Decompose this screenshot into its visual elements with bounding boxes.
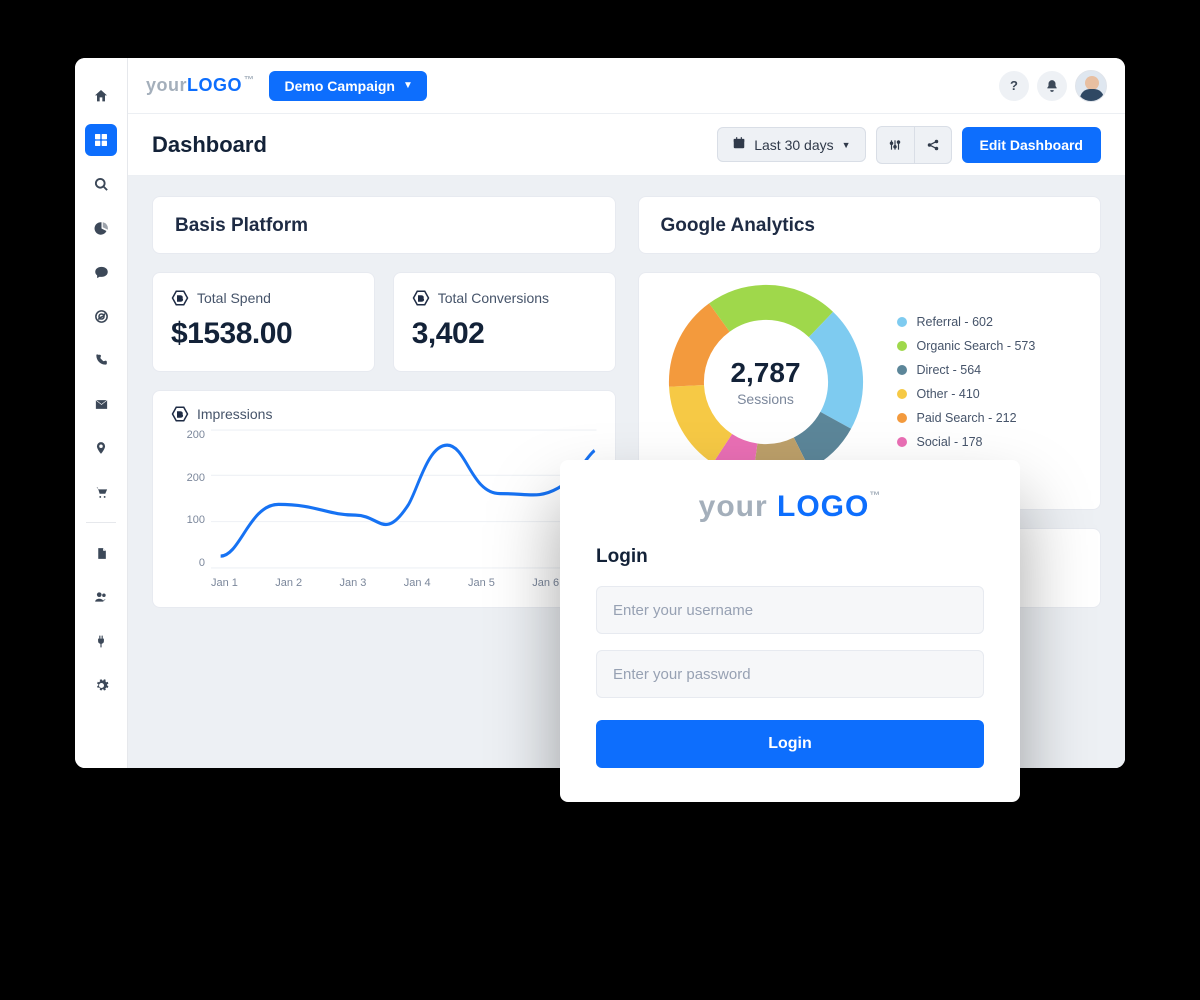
nav-home-icon[interactable] [85,80,117,112]
brand-logo: yourLOGO™ [146,75,255,96]
login-heading: Login [596,546,984,568]
logo-prefix: your [146,75,187,95]
ga-card: Google Analytics [638,196,1102,254]
nav-search-icon[interactable] [85,168,117,200]
impressions-card: B Impressions 200 200 100 0 [152,390,616,608]
share-button[interactable] [914,126,952,164]
logo-tm: ™ [244,75,255,86]
password-input[interactable] [596,650,984,698]
legend-item: Social - 178 [897,435,1036,449]
nav-users-icon[interactable] [85,581,117,613]
nav-piechart-icon[interactable] [85,212,117,244]
legend-item: Other - 410 [897,387,1036,401]
basis-platform-card: Basis Platform [152,196,616,254]
nav-dashboard-icon[interactable] [85,124,117,156]
total-conversions-label: Total Conversions [438,290,549,306]
impressions-chart: 200 200 100 0 [171,429,597,589]
svg-text:B: B [177,294,183,303]
total-conversions-value: 3,402 [412,317,597,351]
total-spend-value: $1538.00 [171,317,356,351]
total-conversions-card: B Total Conversions 3,402 [393,272,616,372]
total-spend-label: Total Spend [197,290,271,306]
logo-word: LOGO [187,75,242,95]
campaign-selector[interactable]: Demo Campaign ▼ [269,71,427,101]
chevron-down-icon: ▼ [403,80,413,91]
login-logo: your LOGO™ [596,490,984,524]
hex-icon: B [171,405,189,423]
calendar-icon [732,136,746,153]
nav-target-icon[interactable] [85,300,117,332]
nav-settings-icon[interactable] [85,669,117,701]
basis-title: Basis Platform [153,197,615,253]
nav-chat-icon[interactable] [85,256,117,288]
nav-file-icon[interactable] [85,537,117,569]
legend-item: Direct - 564 [897,363,1036,377]
help-button[interactable]: ? [999,71,1029,101]
legend-item: Organic Search - 573 [897,339,1036,353]
subheader: Dashboard Last 30 days ▼ Edit Dashboard [128,114,1125,176]
date-range-button[interactable]: Last 30 days ▼ [717,127,865,162]
nav-mail-icon[interactable] [85,388,117,420]
user-avatar[interactable] [1075,70,1107,102]
svg-text:B: B [177,410,183,419]
nav-location-icon[interactable] [85,432,117,464]
ga-legend: Referral - 602 Organic Search - 573 Dire… [897,315,1036,449]
topbar: yourLOGO™ Demo Campaign ▼ ? [128,58,1125,114]
ga-title: Google Analytics [639,197,1101,253]
filters-button[interactable] [876,126,914,164]
edit-dashboard-button[interactable]: Edit Dashboard [962,127,1101,163]
sessions-donut-chart: 2,787 Sessions [661,277,871,487]
hex-icon: B [171,289,189,307]
campaign-label: Demo Campaign [285,78,395,94]
legend-item: Referral - 602 [897,315,1036,329]
nav-cart-icon[interactable] [85,476,117,508]
login-button[interactable]: Login [596,720,984,768]
chevron-down-icon: ▼ [842,140,851,150]
username-input[interactable] [596,586,984,634]
date-range-label: Last 30 days [754,137,833,153]
hex-icon: B [412,289,430,307]
sidebar [75,58,128,768]
login-modal: your LOGO™ Login Login [560,460,1020,802]
sessions-label: Sessions [737,391,794,407]
left-col: Basis Platform B Total Spend $1538.00 [152,196,616,748]
svg-text:B: B [418,294,424,303]
total-spend-card: B Total Spend $1538.00 [152,272,375,372]
sessions-value: 2,787 [730,357,800,389]
notifications-button[interactable] [1037,71,1067,101]
nav-phone-icon[interactable] [85,344,117,376]
impressions-label: Impressions [197,406,272,422]
legend-item: Paid Search - 212 [897,411,1036,425]
page-title: Dashboard [152,132,267,158]
nav-plug-icon[interactable] [85,625,117,657]
